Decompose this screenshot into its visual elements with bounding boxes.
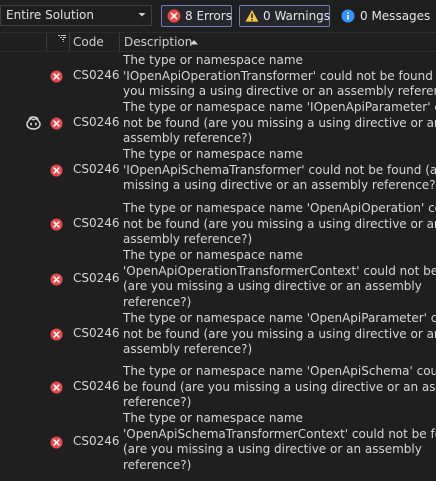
info-circle-icon [341,9,355,23]
error-code: CS0246 [73,68,120,83]
error-description-line: 'OpenApiSchemaTransformerContext' could … [123,426,436,441]
error-row[interactable]: CS0246 The type or namespace name 'OpenAp… [0,309,436,362]
error-code: CS0246 [73,162,120,177]
error-circle-icon [50,218,63,231]
error-description-line: The type or namespace name [123,53,303,67]
errors-count-label: 8 Errors [185,9,232,23]
error-description: The type or namespace name 'IOpenApiSchem… [123,147,436,194]
error-description-line: (are you missing a using directive or an… [123,279,422,294]
scope-dropdown[interactable]: Entire Solution [0,5,152,26]
error-row[interactable]: CS0246 The type or namespace name 'IOpenAp… [0,51,436,98]
error-description-line: The type or namespace name 'IOpenApiPara… [123,100,436,114]
error-description: The type or namespace name 'IOpenApiOpera… [123,53,436,100]
error-description-line: The type or namespace name 'OpenApiSchem… [123,364,436,378]
error-row[interactable]: CS0246 The type or namespace name 'OpenApi… [0,409,436,475]
sort-ascending-icon [190,40,198,45]
error-description-line: (are you missing a using directive or an… [123,442,422,457]
error-description-line: not be found (are you missing a using di… [123,216,436,231]
error-circle-icon [167,9,181,23]
error-description-line: The type or namespace name 'OpenApiParam… [123,311,436,325]
warning-triangle-icon [245,10,259,22]
error-code: CS0246 [73,271,120,286]
description-column-header[interactable]: Description [124,35,192,49]
error-code: CS0246 [73,326,120,341]
code-column-header[interactable]: Code [73,35,104,49]
error-circle-icon [50,164,63,177]
error-description: The type or namespace name 'IOpenApiPara… [123,100,436,147]
error-code: CS0246 [73,216,120,231]
error-list-toolbar: Entire Solution 8 Errors 0 Warnings 0 Me… [0,0,436,32]
column-separator[interactable] [119,33,120,51]
error-circle-icon [50,436,63,449]
error-circle-icon [50,273,63,286]
error-circle-icon [50,117,63,130]
error-description-line: 'IOpenApiSchemaTransformer' could not be… [123,162,436,177]
error-description-line: not be found (are you missing a using di… [123,115,436,130]
warnings-filter-button[interactable]: 0 Warnings [239,5,330,27]
error-description: The type or namespace name 'OpenApiSchema… [123,411,436,473]
error-description-line: The type or namespace name [123,411,303,425]
error-description-line: missing a using directive or an assembly… [123,178,436,193]
error-description-line: be found (are you missing a using direct… [123,379,436,394]
errors-filter-button[interactable]: 8 Errors [161,5,232,27]
error-code: CS0246 [73,115,120,130]
error-description-line: assembly reference?) [123,342,253,357]
error-description-line: The type or namespace name [123,147,303,161]
error-description-line: reference?) [123,457,192,472]
error-row[interactable]: CS0246 The type or namespace name 'IOpenAp… [0,145,436,199]
error-description-line: The type or namespace name [123,248,303,262]
messages-count-label: 0 Messages [360,9,431,23]
error-circle-icon [50,381,63,394]
error-description: The type or namespace name 'OpenApiSchem… [123,364,436,411]
error-description: The type or namespace name 'OpenApiOperat… [123,248,436,310]
error-description: The type or namespace name 'OpenApiParam… [123,311,436,358]
column-separator[interactable] [46,33,47,51]
error-description-line: 'OpenApiOperationTransformerContext' cou… [123,263,436,278]
column-separator[interactable] [69,33,70,51]
error-circle-icon [50,70,63,83]
error-description-line: 'IOpenApiOperationTransformer' could not… [123,68,436,83]
error-row[interactable]: CS0246 The type or namespace name 'OpenAp… [0,199,436,246]
error-row[interactable]: CS0246 The type or namespace name 'OpenApi… [0,246,436,309]
warnings-count-label: 0 Warnings [263,9,331,23]
error-description: The type or namespace name 'OpenApiOpera… [123,201,436,248]
error-row[interactable]: CS0246 The type or namespace name 'OpenAp… [0,362,436,409]
scope-dropdown-value: Entire Solution [6,8,94,22]
chevron-down-icon [138,13,146,17]
error-description-line: not be found (are you missing a using di… [123,326,436,341]
column-header: Code Description [0,32,436,52]
error-code: CS0246 [73,379,120,394]
error-code: CS0246 [73,434,120,449]
filter-icon[interactable] [58,35,66,43]
copilot-icon[interactable] [26,116,41,131]
error-row[interactable]: CS0246 The type or namespace name 'IOpenA… [0,98,436,145]
error-circle-icon [50,328,63,341]
error-description-line: The type or namespace name 'OpenApiOpera… [123,201,436,215]
messages-filter-button[interactable]: 0 Messages [336,5,436,27]
